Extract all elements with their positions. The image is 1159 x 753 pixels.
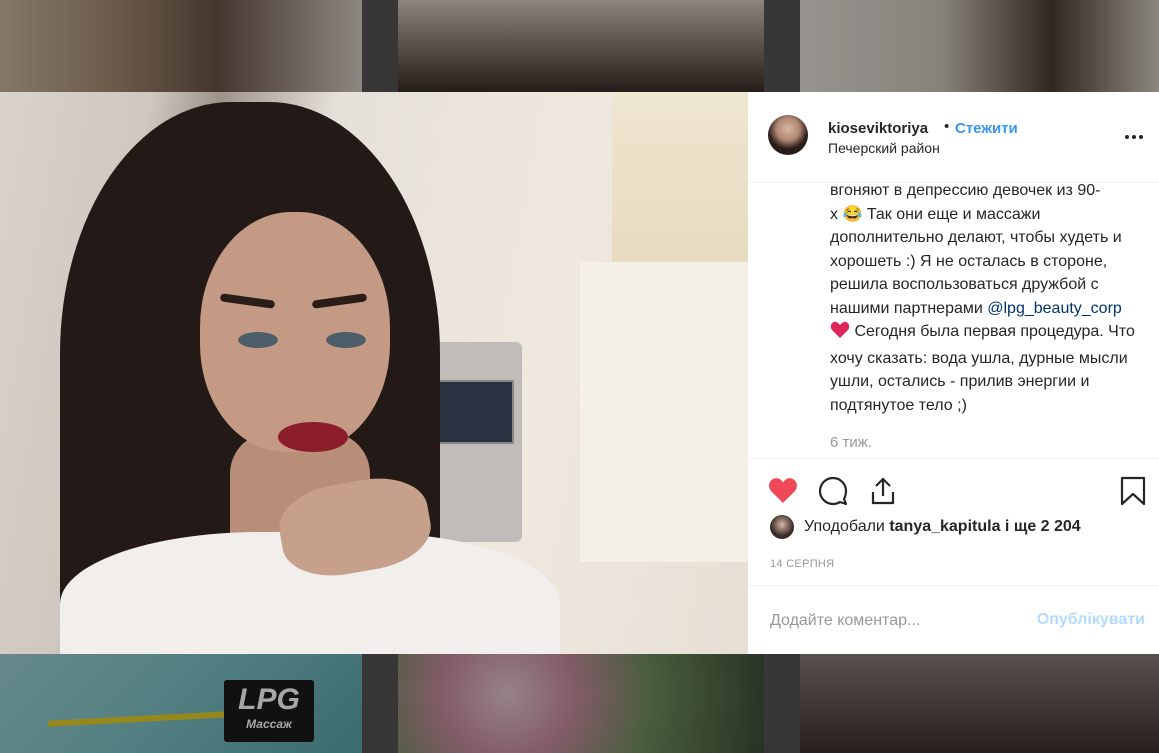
lpg-logo-text: LPG — [238, 683, 300, 716]
post-caption: вгоняют в депрессию девочек из 90- х 😂 Т… — [830, 182, 1140, 457]
bookmark-icon — [1120, 476, 1146, 506]
save-button[interactable] — [1120, 476, 1146, 511]
like-button[interactable] — [768, 476, 798, 509]
author-avatar[interactable] — [768, 115, 808, 155]
caption-text: вгоняют в депрессию девочек из 90- х 😂 Т… — [830, 182, 1140, 417]
grid-thumbnail-1[interactable] — [0, 0, 362, 92]
caption-line-2-prefix: х — [830, 205, 843, 223]
more-options-icon[interactable] — [1125, 126, 1147, 139]
share-icon — [871, 477, 895, 505]
red-heart-emoji-icon — [830, 321, 850, 347]
laughing-emoji-icon: 😂 — [842, 205, 863, 223]
photo-eye-left — [238, 332, 278, 348]
photo-eye-right — [326, 332, 366, 348]
caption-body-end: Сегодня была первая процедура. Что хочу … — [830, 323, 1135, 414]
author-username[interactable]: kioseviktoriya — [828, 120, 928, 137]
heart-icon — [769, 478, 797, 503]
comment-input[interactable] — [768, 606, 1022, 636]
liker-username[interactable]: tanya_kapitula — [889, 518, 1000, 536]
caption-mention-link[interactable]: @lpg_beauty_corp — [987, 300, 1122, 317]
likes-label: Уподобали — [804, 518, 885, 535]
post-modal: kioseviktoriya • Стежити Печерский район… — [0, 92, 1159, 654]
post-header: kioseviktoriya • Стежити Печерский район — [748, 92, 1159, 183]
photo-wall — [580, 262, 748, 562]
comment-box: Опублікувати — [748, 585, 1159, 655]
likes-summary[interactable]: Уподобали tanya_kapitula і ще 2 204 — [770, 515, 1081, 539]
comment-button[interactable] — [818, 476, 848, 511]
header-separator: • — [944, 118, 950, 135]
follow-button[interactable]: Стежити — [955, 120, 1018, 137]
lpg-logo: LPG Массаж — [224, 680, 314, 742]
grid-thumbnail-2[interactable] — [398, 0, 764, 92]
comment-icon — [818, 476, 848, 506]
grid-thumbnail-3[interactable] — [800, 0, 1159, 92]
caption-timestamp: 6 тиж. — [830, 434, 872, 451]
caption-line-1: вгоняют в депрессию девочек из 90- — [830, 182, 1101, 199]
likes-count[interactable]: і ще 2 204 — [1005, 518, 1081, 536]
photo-face — [200, 212, 390, 452]
photo-lips — [278, 422, 348, 452]
post-location[interactable]: Печерский район — [828, 140, 940, 156]
liker-avatar[interactable] — [770, 515, 794, 539]
post-photo[interactable] — [0, 92, 748, 654]
publish-button[interactable]: Опублікувати — [1037, 611, 1145, 629]
post-sidebar: kioseviktoriya • Стежити Печерский район… — [748, 92, 1159, 654]
post-date[interactable]: 14 СЕРПНЯ — [770, 558, 834, 570]
grid-thumbnail-6[interactable] — [800, 654, 1159, 753]
share-button[interactable] — [868, 476, 898, 511]
post-actions — [748, 458, 1159, 519]
grid-thumbnail-5[interactable] — [398, 654, 764, 753]
lpg-logo-subtext: Массаж — [246, 717, 292, 731]
